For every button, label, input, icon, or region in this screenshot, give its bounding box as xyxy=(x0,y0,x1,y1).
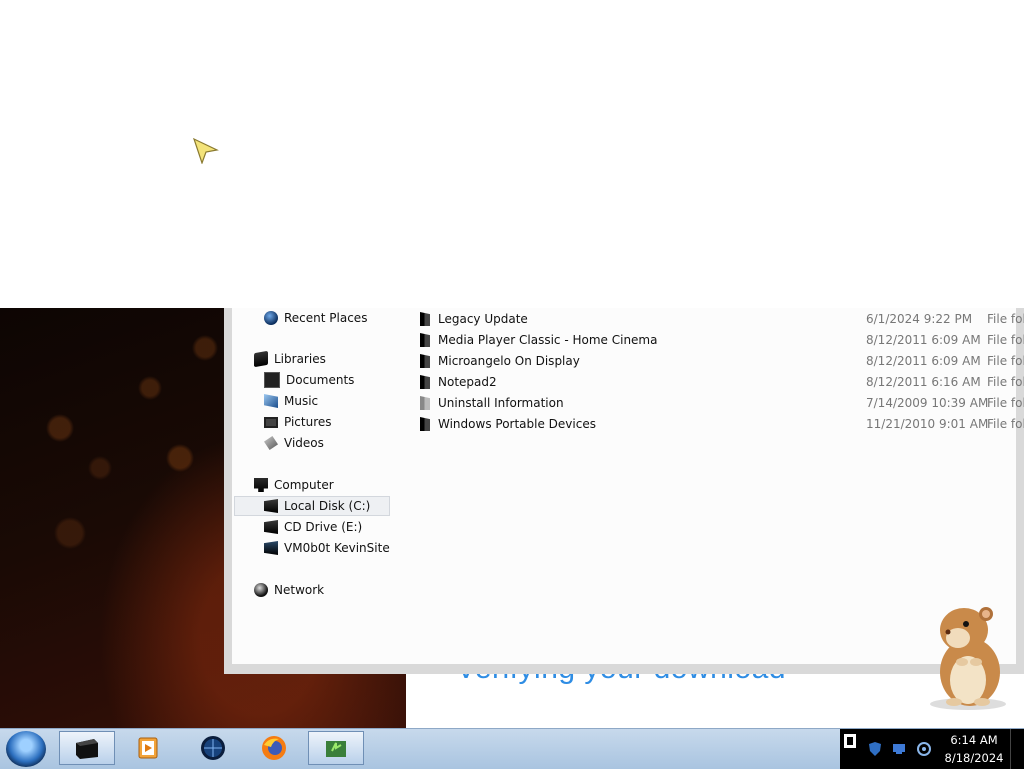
folder-icon xyxy=(420,333,430,347)
taskbar: 6:14 AM 8/18/2024 xyxy=(0,728,1024,769)
taskbar-browser-button[interactable] xyxy=(185,731,241,765)
media-player-icon xyxy=(138,737,158,759)
taskbar-media-player-button[interactable] xyxy=(120,731,176,765)
file-row[interactable]: Microangelo On Display 8/12/2011 6:09 AM… xyxy=(420,351,1024,371)
file-type: File folder xyxy=(987,354,1024,368)
taskbar-firefox-button[interactable] xyxy=(246,731,302,765)
file-name-cell: Media Player Classic - Home Cinema xyxy=(420,330,657,350)
file-row[interactable]: Windows Portable Devices 11/21/2010 9:01… xyxy=(420,414,1024,434)
start-button[interactable] xyxy=(6,731,46,767)
file-name-cell: Windows Portable Devices xyxy=(420,414,596,434)
nav-label: Recent Places xyxy=(284,311,368,325)
nav-label: Music xyxy=(284,394,319,408)
libraries-icon xyxy=(254,350,268,368)
hard-disk-icon xyxy=(264,499,278,513)
nav-label: Libraries xyxy=(274,352,326,366)
file-date: 6/1/2024 9:22 PM xyxy=(866,312,973,326)
file-type: File folder xyxy=(987,417,1024,431)
folder-icon xyxy=(420,375,430,389)
volume-icon[interactable] xyxy=(916,741,932,757)
videos-icon xyxy=(264,436,278,450)
firefox-icon xyxy=(262,736,286,760)
nav-libraries[interactable]: Libraries xyxy=(254,349,326,369)
nav-label: Pictures xyxy=(284,415,332,429)
nav-pictures[interactable]: Pictures xyxy=(264,412,332,432)
computer-icon xyxy=(254,478,268,492)
clock-date: 8/18/2024 xyxy=(944,751,1004,765)
shield-icon[interactable] xyxy=(868,741,882,757)
folder-icon xyxy=(420,354,430,368)
network-drive-icon xyxy=(264,541,278,555)
folder-icon xyxy=(420,417,430,431)
notification-area xyxy=(840,729,940,769)
taskbar-explorer-button[interactable] xyxy=(59,731,115,765)
mouse-cursor-icon xyxy=(193,138,219,164)
windows-explorer-icon xyxy=(76,739,98,759)
file-date: 7/14/2009 10:39 AM xyxy=(866,396,989,410)
file-row[interactable]: Uninstall Information 7/14/2009 10:39 AM… xyxy=(420,393,1024,413)
documents-icon xyxy=(264,372,280,388)
file-date: 8/12/2011 6:09 AM xyxy=(866,354,981,368)
file-type: File folder xyxy=(987,312,1024,326)
nav-label: Network xyxy=(274,583,325,597)
cd-drive-icon xyxy=(264,520,278,534)
show-desktop-button[interactable] xyxy=(1010,729,1024,769)
explorer-content: Recent Places Libraries Documents Music … xyxy=(232,308,1024,664)
file-name: Media Player Classic - Home Cinema xyxy=(438,333,658,347)
file-date: 8/12/2011 6:16 AM xyxy=(866,375,981,389)
file-name: Windows Portable Devices xyxy=(438,417,596,431)
file-type: File folder xyxy=(987,396,1024,410)
music-icon xyxy=(264,394,278,408)
file-type: File folder xyxy=(987,333,1024,347)
file-name: Legacy Update xyxy=(438,312,528,326)
pictures-icon xyxy=(264,416,278,428)
nav-music[interactable]: Music xyxy=(264,391,318,411)
system-clock[interactable]: 6:14 AM 8/18/2024 xyxy=(938,729,1010,769)
file-row[interactable]: Notepad2 8/12/2011 6:16 AM File folder xyxy=(420,372,1024,392)
action-center-icon[interactable] xyxy=(842,733,858,749)
file-row[interactable]: Media Player Classic - Home Cinema 8/12/… xyxy=(420,330,1024,350)
nav-videos[interactable]: Videos xyxy=(264,433,324,453)
file-name-cell: Microangelo On Display xyxy=(420,351,580,371)
nav-label: Local Disk (C:) xyxy=(284,499,371,513)
nav-cd-drive-e[interactable]: CD Drive (E:) xyxy=(264,517,362,537)
blank-window-area xyxy=(0,0,1024,308)
clock-time: 6:14 AM xyxy=(950,733,998,747)
network-icon xyxy=(254,583,268,597)
file-name-cell: Notepad2 xyxy=(420,372,497,392)
nav-label: Documents xyxy=(286,373,355,387)
file-name: Uninstall Information xyxy=(438,396,564,410)
nav-label: VM0b0t KevinSite xyxy=(284,541,390,555)
file-date: 11/21/2010 9:01 AM xyxy=(866,417,989,431)
installer-icon xyxy=(326,741,346,757)
network-tray-icon[interactable] xyxy=(892,743,906,755)
file-date: 8/12/2011 6:09 AM xyxy=(866,333,981,347)
nav-network[interactable]: Network xyxy=(254,580,324,600)
hidden-folder-icon xyxy=(420,396,430,410)
file-row[interactable]: Legacy Update 6/1/2024 9:22 PM File fold… xyxy=(420,309,1024,329)
nav-recent-places[interactable]: Recent Places xyxy=(264,308,367,328)
nav-label: Computer xyxy=(274,478,334,492)
nav-computer[interactable]: Computer xyxy=(254,475,334,495)
file-name: Microangelo On Display xyxy=(438,354,580,368)
taskbar-installer-button[interactable] xyxy=(308,731,364,765)
file-name: Notepad2 xyxy=(438,375,497,389)
hamster-mascot-icon xyxy=(930,607,1006,710)
nav-local-disk-c[interactable]: Local Disk (C:) xyxy=(234,496,390,516)
file-type: File folder xyxy=(987,375,1024,389)
file-name-cell: Legacy Update xyxy=(420,309,528,329)
nav-label: CD Drive (E:) xyxy=(284,520,363,534)
globe-browser-icon xyxy=(201,736,225,760)
nav-documents[interactable]: Documents xyxy=(264,370,354,390)
explorer-window: Recent Places Libraries Documents Music … xyxy=(224,308,1024,674)
nav-network-drive[interactable]: VM0b0t KevinSite xyxy=(264,538,390,558)
folder-icon xyxy=(420,312,430,326)
nav-label: Videos xyxy=(284,436,324,450)
recent-places-icon xyxy=(264,311,278,325)
file-name-cell: Uninstall Information xyxy=(420,393,564,413)
